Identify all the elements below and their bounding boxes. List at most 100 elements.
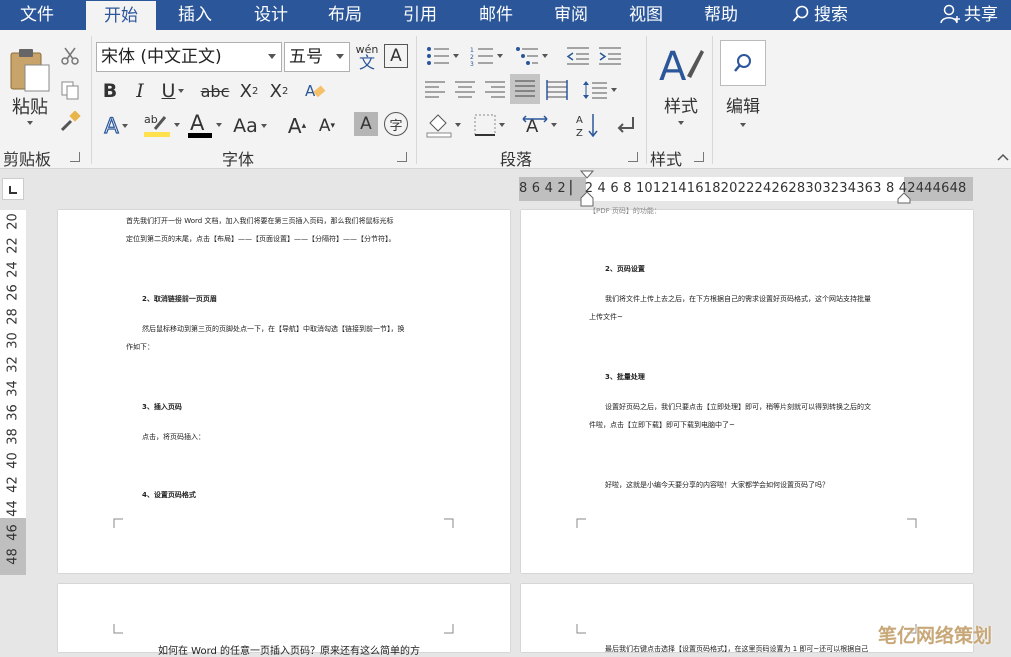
ruler-number: 26 [5, 284, 21, 301]
indent-marker-icon[interactable] [580, 170, 594, 210]
grow-font-button[interactable]: A ▴ [284, 112, 310, 140]
scissors-icon [61, 47, 79, 65]
group-divider [646, 36, 647, 164]
subscript-button[interactable]: X2 [236, 78, 262, 104]
character-border-button[interactable]: A [384, 44, 408, 68]
chevron-down-icon [454, 123, 461, 127]
tab-insert[interactable]: 插入 [164, 0, 226, 30]
document-page[interactable]: 如何在 Word 的任意一页插入页码？原来还有这么简单的方 [58, 584, 510, 657]
copy-icon [61, 81, 79, 100]
search-icon [792, 5, 809, 22]
eraser-icon: A [305, 82, 326, 100]
bold-button[interactable]: B [98, 78, 122, 104]
align-right-button[interactable] [482, 76, 508, 104]
ruler-number: 44 [5, 500, 21, 517]
styles-label: 样式 [664, 97, 698, 117]
highlight-button[interactable]: ab [140, 110, 182, 140]
cut-button[interactable] [58, 44, 82, 68]
page-text-line: 【PDF 页码】的功能： [589, 207, 661, 215]
borders-button[interactable] [468, 110, 510, 140]
font-size-value: 五号 [289, 47, 323, 67]
paste-button[interactable]: 粘贴 [4, 40, 56, 132]
font-size-combo[interactable]: 五号 [284, 42, 350, 72]
indent-icon [599, 47, 621, 65]
editing-button[interactable]: 编辑 [718, 40, 768, 140]
tab-help[interactable]: 帮助 [690, 0, 752, 30]
italic-button[interactable]: I [128, 78, 152, 104]
shrink-font-button[interactable]: A ▾ [314, 112, 340, 140]
tab-references[interactable]: 引用 [389, 0, 451, 30]
change-case-label: Aa [233, 115, 258, 137]
tab-view[interactable]: 视图 [615, 0, 677, 30]
tab-home[interactable]: 开始 [86, 1, 156, 30]
character-shading-button[interactable]: A [354, 112, 378, 136]
document-page[interactable]: 【PDF 页码】的功能： 2、页码设置 我们将文件上传上去之后，在下方根据自己的… [521, 207, 973, 573]
styles-icon: A [659, 44, 704, 88]
margin-corner-mark [113, 518, 123, 528]
justify-button[interactable] [510, 74, 540, 104]
svg-text:3: 3 [470, 61, 474, 66]
search-icon [734, 54, 751, 72]
chevron-down-icon [336, 54, 344, 59]
shading-button[interactable] [422, 110, 464, 140]
paintbrush-icon [60, 111, 81, 132]
page-text-line: 首先我们打开一份 Word 文档，加入我们将要在第三页插入页码，那么我们将鼠标光… [126, 217, 394, 225]
clear-formatting-button[interactable]: A [302, 78, 328, 104]
tab-file[interactable]: 文件 [4, 0, 70, 30]
increase-indent-button[interactable] [596, 42, 624, 70]
text-effects-button[interactable]: A [98, 112, 134, 140]
editing-icon-box [720, 40, 766, 86]
multilevel-list-button[interactable] [510, 42, 552, 70]
clipboard-launcher-icon[interactable] [70, 152, 80, 162]
enclose-characters-button[interactable]: 字 [384, 112, 408, 136]
ruler-number: 28 [5, 308, 21, 325]
sort-button[interactable]: AZ [574, 110, 602, 140]
chevron-down-icon [498, 123, 505, 127]
svg-text:A: A [576, 115, 583, 126]
bullets-button[interactable] [422, 42, 462, 70]
line-spacing-button[interactable] [578, 76, 620, 104]
copy-button[interactable] [58, 78, 82, 102]
asian-layout-button[interactable]: A [518, 110, 560, 140]
page-text-line: 上传文件~ [589, 313, 623, 321]
search-box[interactable]: 搜索 [770, 0, 870, 30]
chevron-down-icon [27, 121, 33, 125]
right-indent-marker-icon[interactable] [897, 192, 911, 204]
tab-review[interactable]: 审阅 [540, 0, 602, 30]
tab-design[interactable]: 设计 [240, 0, 302, 30]
distributed-button[interactable] [544, 76, 570, 104]
chevron-down-icon [678, 121, 684, 125]
ruler-number: 38 [5, 428, 21, 445]
underline-button[interactable]: U [156, 78, 190, 104]
page-text-line: 设置好页码之后，我们只要点击【立即处理】即可，稍等片刻就可以得到转换之后的文 [605, 403, 871, 411]
group-divider [712, 36, 713, 164]
show-marks-button[interactable] [612, 110, 640, 140]
font-color-button[interactable]: A [186, 110, 222, 140]
align-right-icon [485, 81, 505, 98]
paint-bucket-icon [426, 114, 451, 138]
styles-launcher-icon[interactable] [694, 152, 704, 162]
font-name-combo[interactable]: 宋体 (中文正文) [96, 42, 282, 72]
align-left-button[interactable] [422, 76, 448, 104]
chevron-down-icon [740, 123, 746, 127]
paragraph-launcher-icon[interactable] [628, 152, 638, 162]
sort-icon: AZ [576, 114, 598, 138]
tab-selector[interactable] [2, 178, 24, 200]
chevron-down-icon [452, 54, 459, 58]
document-page[interactable]: 首先我们打开一份 Word 文档，加入我们将要在第三页插入页码，那么我们将鼠标光… [58, 210, 510, 573]
change-case-button[interactable]: Aa [228, 112, 272, 140]
share-button[interactable]: 共享 [930, 0, 1008, 30]
tab-layout[interactable]: 布局 [314, 0, 376, 30]
superscript-button[interactable]: X2 [266, 78, 292, 104]
format-painter-button[interactable] [58, 110, 82, 134]
align-center-button[interactable] [452, 76, 478, 104]
styles-button[interactable]: A 样式 [652, 40, 710, 140]
strikethrough-button[interactable]: abc [200, 78, 230, 104]
collapse-ribbon-button[interactable] [996, 150, 1010, 164]
numbering-button[interactable]: 123 [466, 42, 506, 70]
tab-mailings[interactable]: 邮件 [465, 0, 527, 30]
decrease-indent-button[interactable] [564, 42, 592, 70]
svg-text:1: 1 [470, 47, 474, 54]
phonetic-guide-button[interactable]: wén 文 [354, 40, 380, 72]
font-launcher-icon[interactable] [397, 152, 407, 162]
